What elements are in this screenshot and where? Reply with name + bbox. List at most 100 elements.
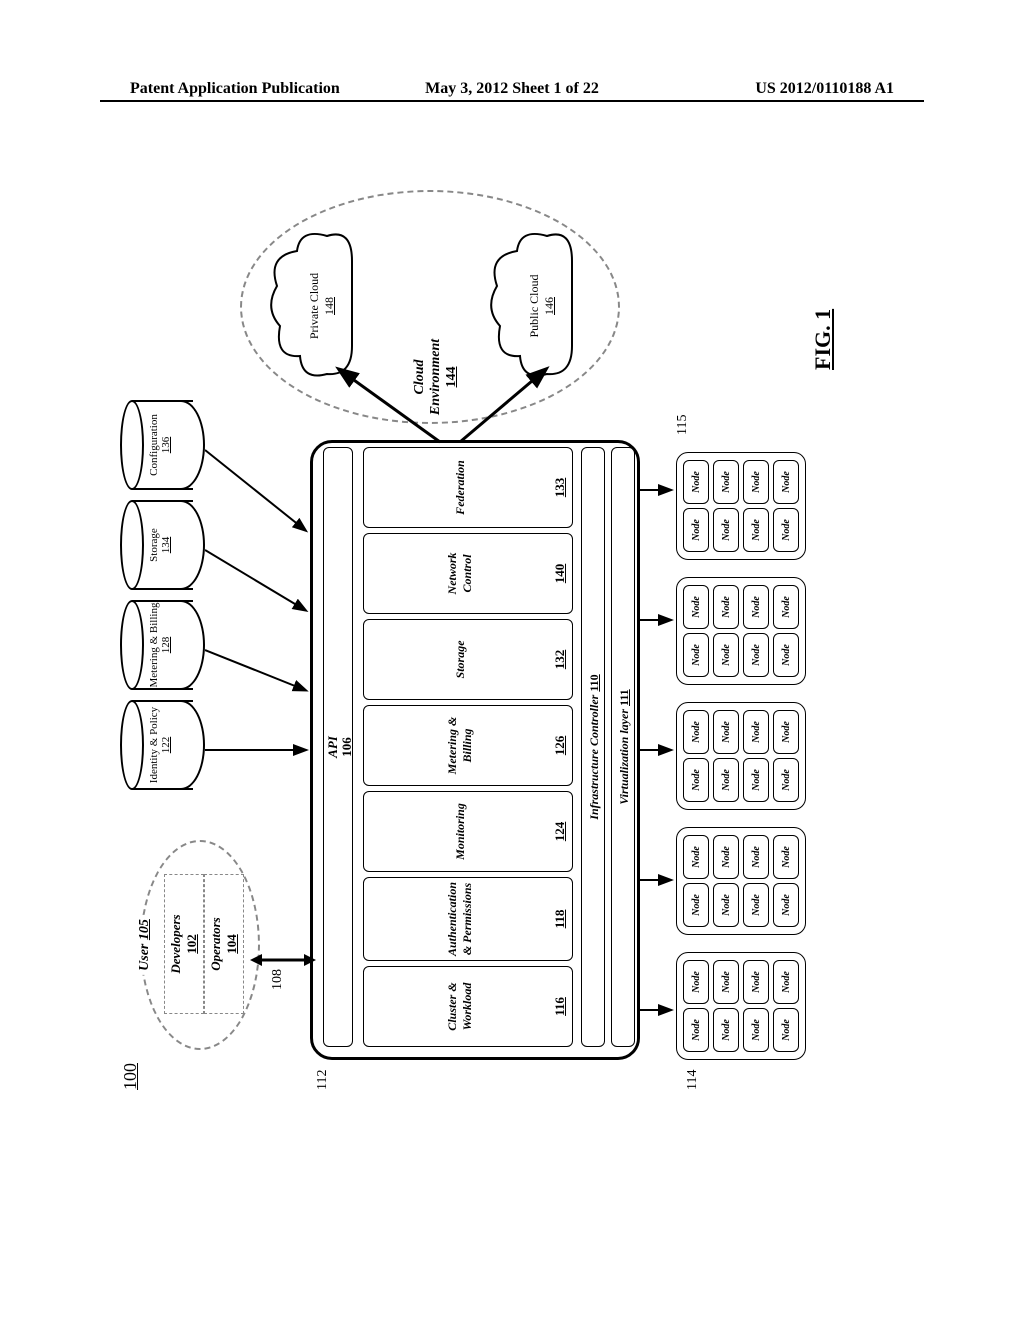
page-header: Patent Application Publication May 3, 20… xyxy=(0,80,1024,98)
node-box: Node xyxy=(773,758,799,802)
node-arrows-icon xyxy=(640,450,676,1030)
infrastructure-controller-box: Infrastructure Controller 110 xyxy=(581,447,605,1047)
infra-label: Infrastructure Controller xyxy=(587,695,601,820)
node-box: Node xyxy=(743,585,769,629)
cloud-text: Public Cloud xyxy=(527,275,541,338)
module-label: Federation xyxy=(453,460,468,515)
module-monitoring: Monitoring 124 xyxy=(363,791,573,872)
node-box: Node xyxy=(773,633,799,677)
users-title-ref: 105 xyxy=(137,919,152,940)
users-title: User 105 xyxy=(137,915,153,975)
header-right: US 2012/0110188 A1 xyxy=(755,80,894,98)
module-auth-permissions: Authentication & Permissions118 xyxy=(363,877,573,961)
node-box: Node xyxy=(773,1008,799,1052)
db-label: Configuration 136 xyxy=(148,400,172,490)
db-ref: 136 xyxy=(160,437,172,454)
module-storage: Storage132 xyxy=(363,619,573,700)
operators-label: Operators xyxy=(208,917,223,970)
diagram-viewport: 100 User 105 Developers 102 Operators 10… xyxy=(120,190,880,1090)
users-title-label: User xyxy=(137,944,152,971)
node-box: Node xyxy=(743,835,769,879)
db-text: Storage xyxy=(148,528,160,562)
node-box: Node xyxy=(713,1008,739,1052)
virtualization-layer-box: Virtualization layer 111 xyxy=(611,447,635,1047)
cloud-text: Private Cloud xyxy=(307,273,321,339)
node-box: Node xyxy=(743,960,769,1004)
node-box: Node xyxy=(713,960,739,1004)
node-box: Node xyxy=(683,633,709,677)
node-box: Node xyxy=(743,883,769,927)
node-box: Node xyxy=(743,710,769,754)
node-box: Node xyxy=(773,460,799,504)
node-box: Node xyxy=(773,585,799,629)
node-box: Node xyxy=(773,508,799,552)
ref-100: 100 xyxy=(120,1063,141,1090)
developers-label: Developers xyxy=(168,914,183,973)
db-configuration: Configuration 136 xyxy=(120,400,205,490)
db-text: Metering & Billing xyxy=(148,603,160,688)
label-112: 112 xyxy=(315,1070,331,1090)
developers-box: Developers 102 xyxy=(164,874,204,1014)
db-text: Identity & Policy xyxy=(148,707,160,783)
module-ref: 124 xyxy=(552,822,568,842)
node-box: Node xyxy=(713,835,739,879)
node-box: Node xyxy=(713,508,739,552)
node-box: Node xyxy=(713,585,739,629)
nodes-area: NodeNodeNodeNodeNodeNodeNodeNode NodeNod… xyxy=(676,440,806,1060)
node-box: Node xyxy=(743,758,769,802)
node-box: Node xyxy=(683,1008,709,1052)
db-metering-billing: Metering & Billing 128 xyxy=(120,600,205,690)
modules-row: Cluster & Workload 116 Authentication & P… xyxy=(363,447,573,1047)
node-box: Node xyxy=(683,585,709,629)
module-ref: 132 xyxy=(552,650,568,670)
db-identity-policy: Identity & Policy 122 xyxy=(120,700,205,790)
operators-box: Operators 104 xyxy=(204,874,244,1014)
module-label: Metering & Billing xyxy=(445,710,475,781)
figure-label: FIG. 1 xyxy=(810,309,836,370)
users-ellipse: User 105 Developers 102 Operators 104 xyxy=(140,840,260,1050)
node-box: Node xyxy=(773,960,799,1004)
module-network-control: Network Control 140 xyxy=(363,533,573,614)
module-cluster-workload: Cluster & Workload 116 xyxy=(363,966,573,1047)
db-ref: 128 xyxy=(160,637,172,654)
figure-1-diagram: 100 User 105 Developers 102 Operators 10… xyxy=(120,190,880,1090)
module-ref: 116 xyxy=(552,997,568,1016)
db-text: Configuration xyxy=(148,414,160,476)
module-label: Monitoring xyxy=(453,803,468,860)
db-label: Identity & Policy 122 xyxy=(148,700,172,790)
node-box: Node xyxy=(713,758,739,802)
module-ref: 133 xyxy=(552,478,568,498)
node-box: Node xyxy=(683,835,709,879)
header-center: May 3, 2012 Sheet 1 of 22 xyxy=(425,80,599,98)
node-box: Node xyxy=(683,883,709,927)
label-115: 115 xyxy=(675,415,691,435)
api-label: API xyxy=(325,736,340,758)
db-ref: 122 xyxy=(160,737,172,754)
module-label: Network Control xyxy=(445,538,475,609)
node-box: Node xyxy=(683,960,709,1004)
node-box: Node xyxy=(683,758,709,802)
module-ref: 126 xyxy=(552,736,568,756)
page: Patent Application Publication May 3, 20… xyxy=(0,0,1024,1320)
db-label: Metering & Billing 128 xyxy=(148,600,172,690)
node-box: Node xyxy=(713,460,739,504)
node-group: NodeNodeNodeNodeNodeNodeNodeNode xyxy=(676,702,806,810)
module-ref: 140 xyxy=(552,564,568,584)
api-ref: 106 xyxy=(339,737,354,757)
header-left: Patent Application Publication xyxy=(130,80,340,98)
node-box: Node xyxy=(713,710,739,754)
node-box: Node xyxy=(713,633,739,677)
db-arrows-icon xyxy=(205,410,315,770)
node-group: NodeNodeNodeNodeNodeNodeNodeNode xyxy=(676,577,806,685)
virt-label: Virtualization layer xyxy=(617,709,631,805)
header-divider xyxy=(100,100,924,102)
node-box: Node xyxy=(773,835,799,879)
module-label: Cluster & Workload xyxy=(445,971,475,1042)
node-box: Node xyxy=(773,710,799,754)
node-group: NodeNodeNodeNodeNodeNodeNodeNode xyxy=(676,827,806,935)
controller-box: API 106 Cluster & Workload 116 Authentica… xyxy=(310,440,640,1060)
node-box: Node xyxy=(743,633,769,677)
api-box: API 106 xyxy=(323,447,353,1047)
node-box: Node xyxy=(683,460,709,504)
cloud-ref: 146 xyxy=(542,297,556,315)
